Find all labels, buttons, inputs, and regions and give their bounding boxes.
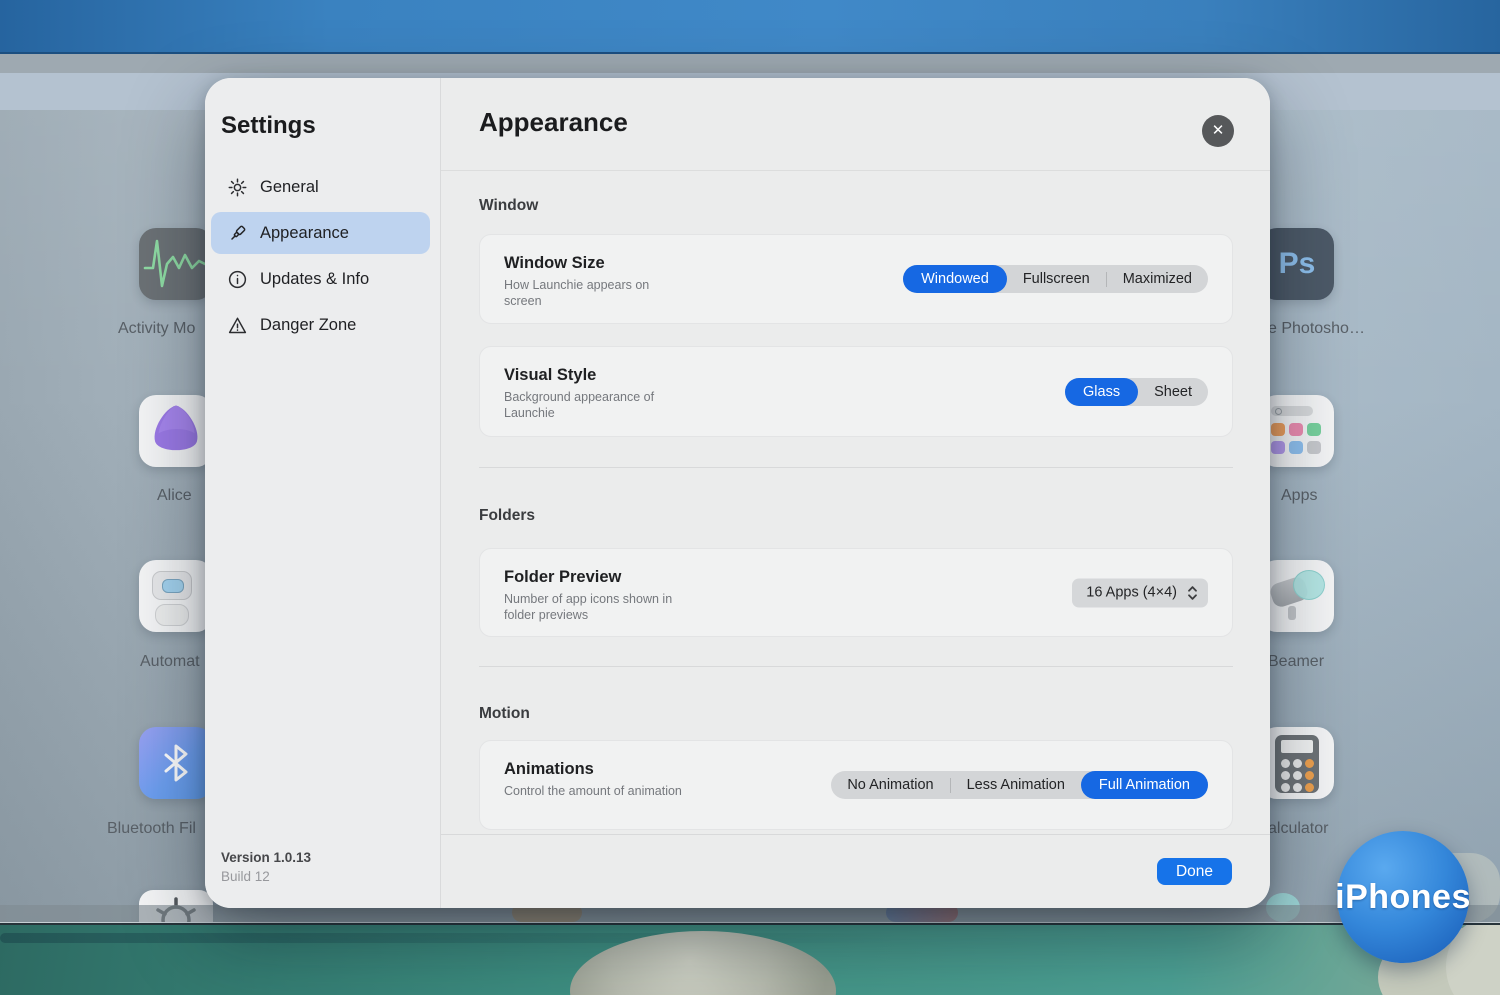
build-text: Build 12 [221,869,311,884]
app-label: Activity Mo [118,320,195,338]
warning-icon [226,314,248,336]
calculator-app-icon[interactable] [1260,727,1334,799]
row-subtitle: Control the amount of animation [504,784,682,800]
automator-app-icon[interactable] [139,560,213,632]
screen: Activity Mo Alice Automat Bluetooth Fil … [0,0,1500,995]
sidebar-item-updates-info[interactable]: Updates & Info [211,258,430,300]
row-subtitle: Background appearance of Launchie [504,390,684,421]
window-size-segmented: Windowed Fullscreen Maximized [903,265,1208,293]
animations-segmented: No Animation Less Animation Full Animati… [831,771,1208,799]
search-pill-icon [1271,406,1313,416]
row-subtitle: Number of app icons shown in folder prev… [504,592,684,623]
ocean-wallpaper [0,922,1500,995]
sidebar-footer: Version 1.0.13 Build 12 [221,850,311,884]
row-title: Folder Preview [504,568,621,587]
panel-header: Appearance ✕ [441,78,1270,171]
sidebar-item-appearance[interactable]: Appearance [211,212,430,254]
segment-less-animation[interactable]: Less Animation [951,771,1081,799]
visual-style-segmented: Glass Sheet [1065,378,1208,406]
alice-app-icon[interactable] [139,395,213,467]
beamer-app-icon[interactable] [1260,560,1334,632]
projector-leg-icon [1288,606,1296,620]
sidebar-title: Settings [221,112,316,140]
close-button[interactable]: ✕ [1202,115,1234,147]
folder-preview-row: Folder Preview Number of app icons shown… [479,548,1233,637]
sidebar-item-danger-zone[interactable]: Danger Zone [211,304,430,346]
sidebar-item-label: Appearance [260,224,349,243]
section-divider [479,666,1233,667]
app-label: e Photosho… [1268,320,1365,338]
projector-lens-icon [1293,570,1325,600]
activity-monitor-app-icon[interactable] [139,228,213,300]
robot-body-icon [155,604,189,626]
row-title: Animations [504,760,594,779]
segment-full-animation[interactable]: Full Animation [1081,771,1208,799]
segment-no-animation[interactable]: No Animation [831,771,949,799]
app-label: Apps [1281,487,1317,505]
updown-chevron-icon [1187,585,1198,600]
sidebar-item-label: Updates & Info [260,270,369,289]
segment-fullscreen[interactable]: Fullscreen [1007,265,1106,293]
gear-icon [226,176,248,198]
folder-preview-select[interactable]: 16 Apps (4×4) [1072,578,1208,607]
bluetooth-icon [152,739,200,787]
segment-windowed[interactable]: Windowed [903,265,1007,293]
sidebar-item-label: General [260,178,319,197]
app-label: Automat [140,653,200,671]
done-button[interactable]: Done [1157,858,1232,885]
calculator-graphic [1275,735,1319,793]
app-label: Bluetooth Fil [107,820,196,838]
section-label-window: Window [479,197,538,215]
settings-main-panel: Appearance ✕ Window Window Size How Laun… [441,78,1270,908]
row-title: Visual Style [504,366,596,385]
app-label: Beamer [1268,653,1324,671]
close-icon: ✕ [1212,122,1225,139]
site-badge-label: iPhones [1335,878,1471,917]
select-value: 16 Apps (4×4) [1086,585,1177,601]
browser-header-bar [0,0,1500,54]
purple-blob-icon [139,395,213,467]
section-label-folders: Folders [479,507,535,525]
section-divider [479,467,1233,468]
footer-divider [441,834,1270,835]
settings-sidebar: Settings General [205,78,441,908]
robot-head-icon [152,571,192,600]
animations-row: Animations Control the amount of animati… [479,740,1233,830]
segment-sheet[interactable]: Sheet [1138,378,1208,406]
iphones-site-badge[interactable]: iPhones [1337,831,1469,963]
photoshop-icon-text: Ps [1279,247,1316,281]
ecg-line-icon [139,228,213,300]
app-label: alculator [1268,820,1328,838]
visual-style-row: Visual Style Background appearance of La… [479,346,1233,437]
apps-folder-preview [1260,395,1334,467]
window-chrome-band [0,54,1500,73]
paintbrush-icon [226,222,248,244]
bluetooth-app-icon[interactable] [139,727,213,799]
row-subtitle: How Launchie appears on screen [504,278,684,309]
version-text: Version 1.0.13 [221,850,311,865]
section-label-motion: Motion [479,705,530,723]
window-size-row: Window Size How Launchie appears on scre… [479,234,1233,324]
sidebar-item-general[interactable]: General [211,166,430,208]
sidebar-nav: General Appearance [211,166,430,346]
sidebar-item-label: Danger Zone [260,316,356,335]
segment-glass[interactable]: Glass [1065,378,1138,406]
photoshop-app-icon[interactable]: Ps [1260,228,1334,300]
info-icon [226,268,248,290]
settings-dialog: Settings General [205,78,1270,908]
segment-maximized[interactable]: Maximized [1107,265,1208,293]
page-title: Appearance [479,107,628,138]
app-label: Alice [157,487,192,505]
row-title: Window Size [504,254,605,273]
apps-folder-icon[interactable] [1260,395,1334,467]
